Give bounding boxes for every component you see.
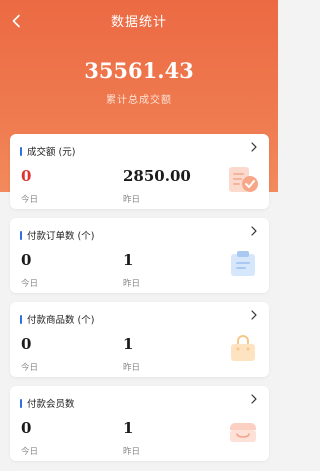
yesterday-value: 1 <box>123 335 134 353</box>
today-label: 今日 <box>21 195 39 205</box>
yesterday-label: 昨日 <box>123 447 141 457</box>
card-title-text: 付款商品数 (个) <box>27 315 95 326</box>
total-sales-value: 35561.43 <box>84 58 194 83</box>
today-label: 今日 <box>21 447 39 457</box>
stat-card-paid-members[interactable]: 付款会员数 0 1 今日 昨日 <box>10 386 269 461</box>
page-title: 数据统计 <box>110 15 167 30</box>
title-marker <box>20 398 22 408</box>
yesterday-label: 昨日 <box>123 195 141 205</box>
yesterday-label: 昨日 <box>123 279 141 289</box>
document-check-icon <box>229 167 258 192</box>
yesterday-value: 1 <box>123 419 134 437</box>
card-title: 成交额 (元) <box>20 144 75 158</box>
today-value: 0 <box>21 335 32 353</box>
today-value: 0 <box>21 167 32 185</box>
chevron-right-icon[interactable] <box>248 393 260 405</box>
member-icon <box>230 423 256 442</box>
card-title: 付款会员数 <box>20 396 75 410</box>
title-marker <box>20 314 22 324</box>
yesterday-value: 2850.00 <box>123 167 191 185</box>
today-value: 0 <box>21 419 32 437</box>
title-marker <box>20 230 22 240</box>
today-label: 今日 <box>21 279 39 289</box>
card-title-text: 付款会员数 <box>27 399 75 410</box>
chevron-right-icon[interactable] <box>248 225 260 237</box>
stat-card-sales-amount[interactable]: 成交额 (元) 0 2850.00 今日 昨日 <box>10 134 269 209</box>
shopping-bag-icon <box>231 335 255 361</box>
chevron-right-icon[interactable] <box>248 309 260 321</box>
yesterday-value: 1 <box>123 251 134 269</box>
card-title-text: 成交额 (元) <box>27 147 76 158</box>
chevron-right-icon[interactable] <box>248 141 260 153</box>
card-title: 付款商品数 (个) <box>20 312 94 326</box>
stat-card-paid-orders[interactable]: 付款订单数 (个) 0 1 今日 昨日 <box>10 218 269 293</box>
card-title: 付款订单数 (个) <box>20 228 94 242</box>
today-label: 今日 <box>21 363 39 373</box>
stat-card-paid-items[interactable]: 付款商品数 (个) 0 1 今日 昨日 <box>10 302 269 377</box>
title-marker <box>20 146 22 156</box>
card-title-text: 付款订单数 (个) <box>27 231 95 242</box>
clipboard-icon <box>231 251 255 276</box>
today-value: 0 <box>21 251 32 269</box>
yesterday-label: 昨日 <box>123 363 141 373</box>
total-sales-label: 累计总成交额 <box>106 95 172 106</box>
